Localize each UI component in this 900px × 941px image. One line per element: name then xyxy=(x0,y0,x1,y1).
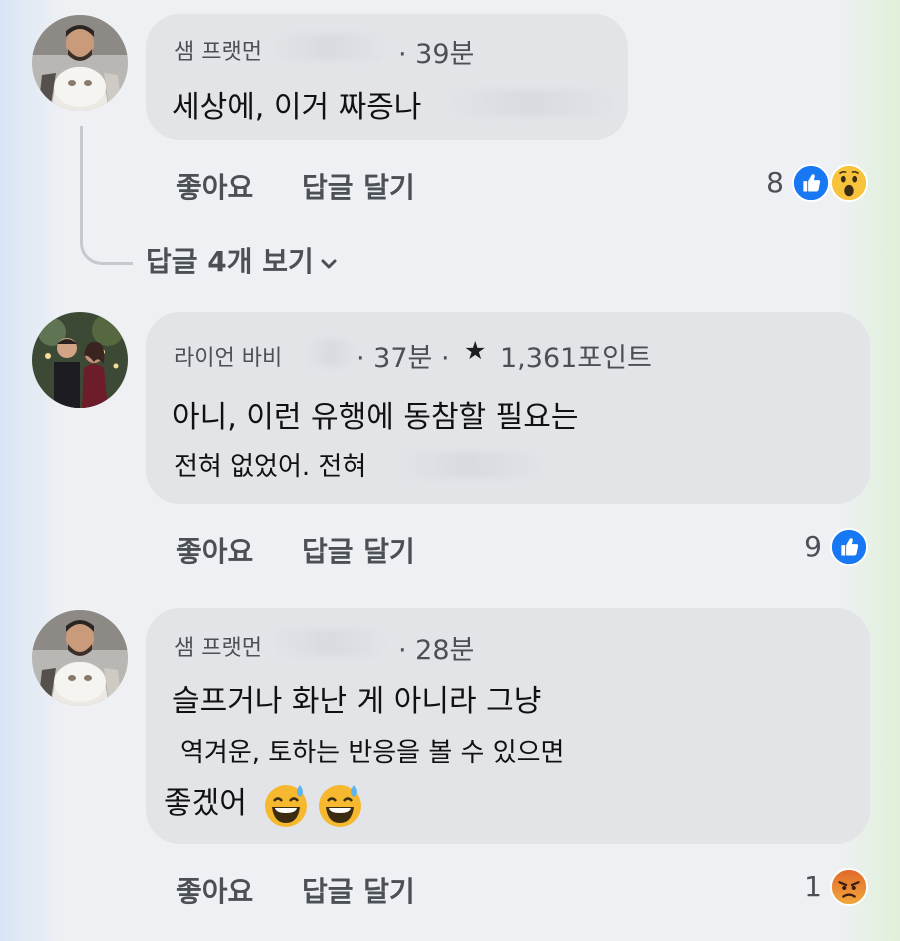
like-icon[interactable] xyxy=(830,528,868,566)
star-icon: ★ xyxy=(464,336,487,365)
comment-author[interactable]: 샘 프랫먼 xyxy=(174,630,262,662)
redacted-name xyxy=(274,630,386,656)
comment-text: 아니, 이런 유행에 동참할 필요는 xyxy=(172,400,579,435)
comment-time[interactable]: · 39분 xyxy=(398,32,474,71)
comment-time[interactable]: · 37분 · xyxy=(356,336,450,375)
redacted-name xyxy=(274,34,386,60)
avatar-ryan[interactable] xyxy=(32,312,128,408)
comment-author[interactable]: 라이언 바비 xyxy=(174,340,282,372)
comment-time[interactable]: · 28분 xyxy=(398,628,474,667)
reaction-count[interactable]: 9 xyxy=(782,530,822,563)
avatar-sam[interactable] xyxy=(32,610,128,706)
redacted-text xyxy=(396,452,546,478)
comment-text: 세상에, 이거 짜증나 xyxy=(172,90,422,125)
comment-text: 좋겠어 xyxy=(164,786,247,821)
comment-bubble: 샘 프랫먼 · 39분 세상에, 이거 짜증나 xyxy=(146,14,628,140)
like-button[interactable]: 좋아요 xyxy=(176,870,253,910)
comment-bubble: 라이언 바비 · 37분 · ★ 1,361포인트 아니, 이런 유행에 동참할… xyxy=(146,312,870,504)
comment-points: 1,361포인트 xyxy=(500,343,652,374)
view-replies-link[interactable]: 답글 4개 보기 xyxy=(146,240,338,280)
reply-button[interactable]: 답글 달기 xyxy=(302,530,415,570)
like-button[interactable]: 좋아요 xyxy=(176,166,253,206)
like-button[interactable]: 좋아요 xyxy=(176,530,253,570)
avatar-sam[interactable] xyxy=(32,15,128,111)
sweat-smile-emoji xyxy=(262,781,310,829)
reply-button[interactable]: 답글 달기 xyxy=(302,870,415,910)
sweat-smile-emoji xyxy=(316,781,364,829)
comment-text: 전혀 없었어. 전혀 xyxy=(174,452,367,482)
comment-text-last-line: 좋겠어 xyxy=(164,778,364,829)
wow-icon[interactable] xyxy=(830,164,868,202)
comment-text: 역겨운, 토하는 반응을 볼 수 있으면 xyxy=(180,738,565,768)
comment-text: 슬프거나 화난 게 아니라 그냥 xyxy=(172,684,542,719)
chevron-down-icon xyxy=(320,247,338,280)
reaction-count[interactable]: 8 xyxy=(744,166,784,199)
angry-icon[interactable] xyxy=(830,868,868,906)
thread-connector xyxy=(80,126,133,265)
comment-bubble: 샘 프랫먼 · 28분 슬프거나 화난 게 아니라 그냥 역겨운, 토하는 반응… xyxy=(146,608,870,844)
reaction-count[interactable]: 1 xyxy=(782,870,822,903)
redacted-name xyxy=(306,340,356,366)
view-replies-label: 답글 4개 보기 xyxy=(146,245,314,278)
redacted-text xyxy=(446,90,616,116)
comment-author[interactable]: 샘 프랫먼 xyxy=(174,34,262,66)
reply-button[interactable]: 답글 달기 xyxy=(302,166,415,206)
like-icon[interactable] xyxy=(792,164,830,202)
